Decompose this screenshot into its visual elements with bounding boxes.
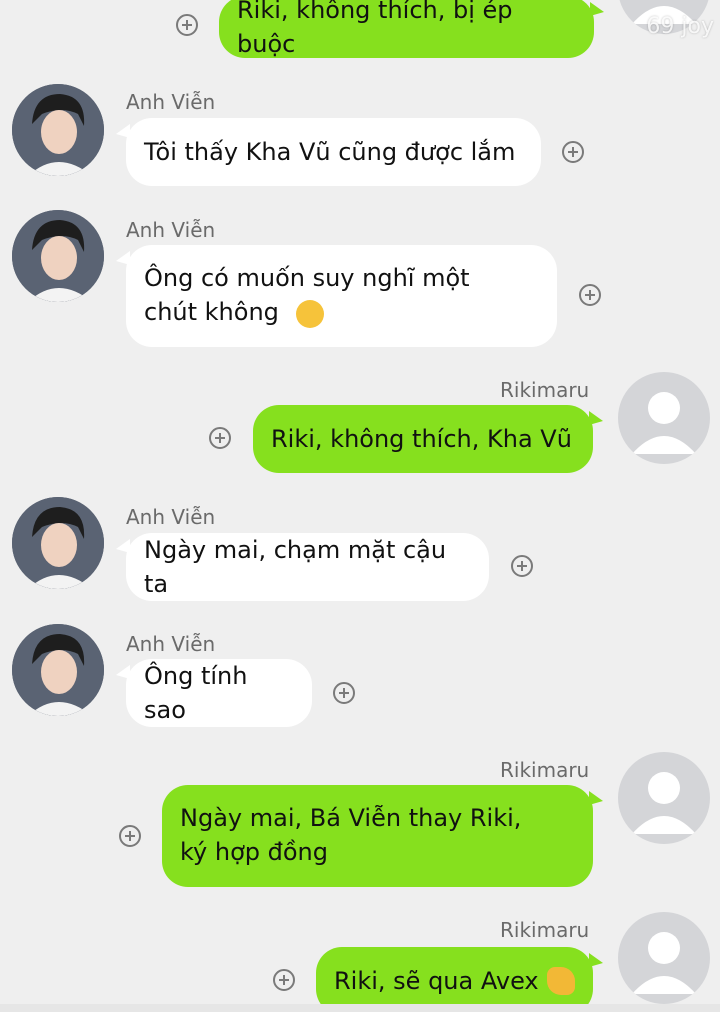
avatar[interactable] [12, 624, 104, 716]
message-bubble-outgoing[interactable]: Ngày mai, Bá Viễn thay Riki, ký hợp đồng [162, 785, 603, 887]
add-reaction-icon[interactable] [119, 825, 141, 847]
sender-name: Rikimaru [500, 378, 590, 402]
bottom-divider [0, 1004, 720, 1012]
message-bubble-incoming[interactable]: Ông tính sao [116, 659, 312, 727]
avatar[interactable] [12, 84, 104, 176]
sender-name: Rikimaru [500, 758, 590, 782]
add-reaction-icon[interactable] [209, 427, 231, 449]
add-reaction-icon[interactable] [511, 555, 533, 577]
message-text: Riki, không thích, Kha Vũ [271, 425, 572, 453]
add-reaction-icon[interactable] [333, 682, 355, 704]
sender-name: Anh Viễn [126, 90, 216, 114]
message-bubble-outgoing[interactable]: Riki, không thích, bị ép buộc [219, 0, 604, 58]
message-text: Ngày mai, Bá Viễn thay Riki, ký hợp đồng [180, 804, 522, 866]
message-bubble-incoming[interactable]: Ngày mai, chạm mặt cậu ta [116, 533, 489, 601]
message-text: Ngày mai, chạm mặt cậu ta [144, 536, 454, 598]
message-text: Ông tính sao [144, 662, 256, 724]
sender-name: Anh Viễn [126, 505, 216, 529]
message-bubble-incoming[interactable]: Ông có muốn suy nghĩ một chút không [116, 245, 557, 347]
avatar[interactable] [12, 210, 104, 302]
message-bubble-outgoing[interactable]: Riki, không thích, Kha Vũ [253, 405, 603, 473]
sender-name: Anh Viễn [126, 632, 216, 656]
shush-face-emoji [296, 300, 324, 328]
add-reaction-icon[interactable] [176, 14, 198, 36]
avatar[interactable] [618, 912, 710, 1004]
avatar[interactable] [12, 497, 104, 589]
add-reaction-icon[interactable] [273, 969, 295, 991]
message-bubble-incoming[interactable]: Tôi thấy Kha Vũ cũng được lắm [116, 118, 541, 186]
add-reaction-icon[interactable] [579, 284, 601, 306]
add-reaction-icon[interactable] [562, 141, 584, 163]
chat-screen: Riki, không thích, bị ép buộc 69 joy Anh… [0, 0, 720, 1012]
sender-name: Rikimaru [500, 918, 590, 942]
message-bubble-outgoing[interactable]: Riki, sẽ qua Avex [316, 947, 603, 1012]
message-text: Tôi thấy Kha Vũ cũng được lắm [144, 138, 516, 166]
sender-name: Anh Viễn [126, 218, 216, 242]
avatar[interactable] [618, 372, 710, 464]
avatar[interactable] [618, 752, 710, 844]
message-text: Riki, không thích, bị ép buộc [237, 0, 521, 58]
ok-hand-emoji [546, 967, 575, 995]
watermark-text: 69 joy [646, 14, 714, 39]
message-text: Riki, sẽ qua Avex [334, 967, 539, 995]
